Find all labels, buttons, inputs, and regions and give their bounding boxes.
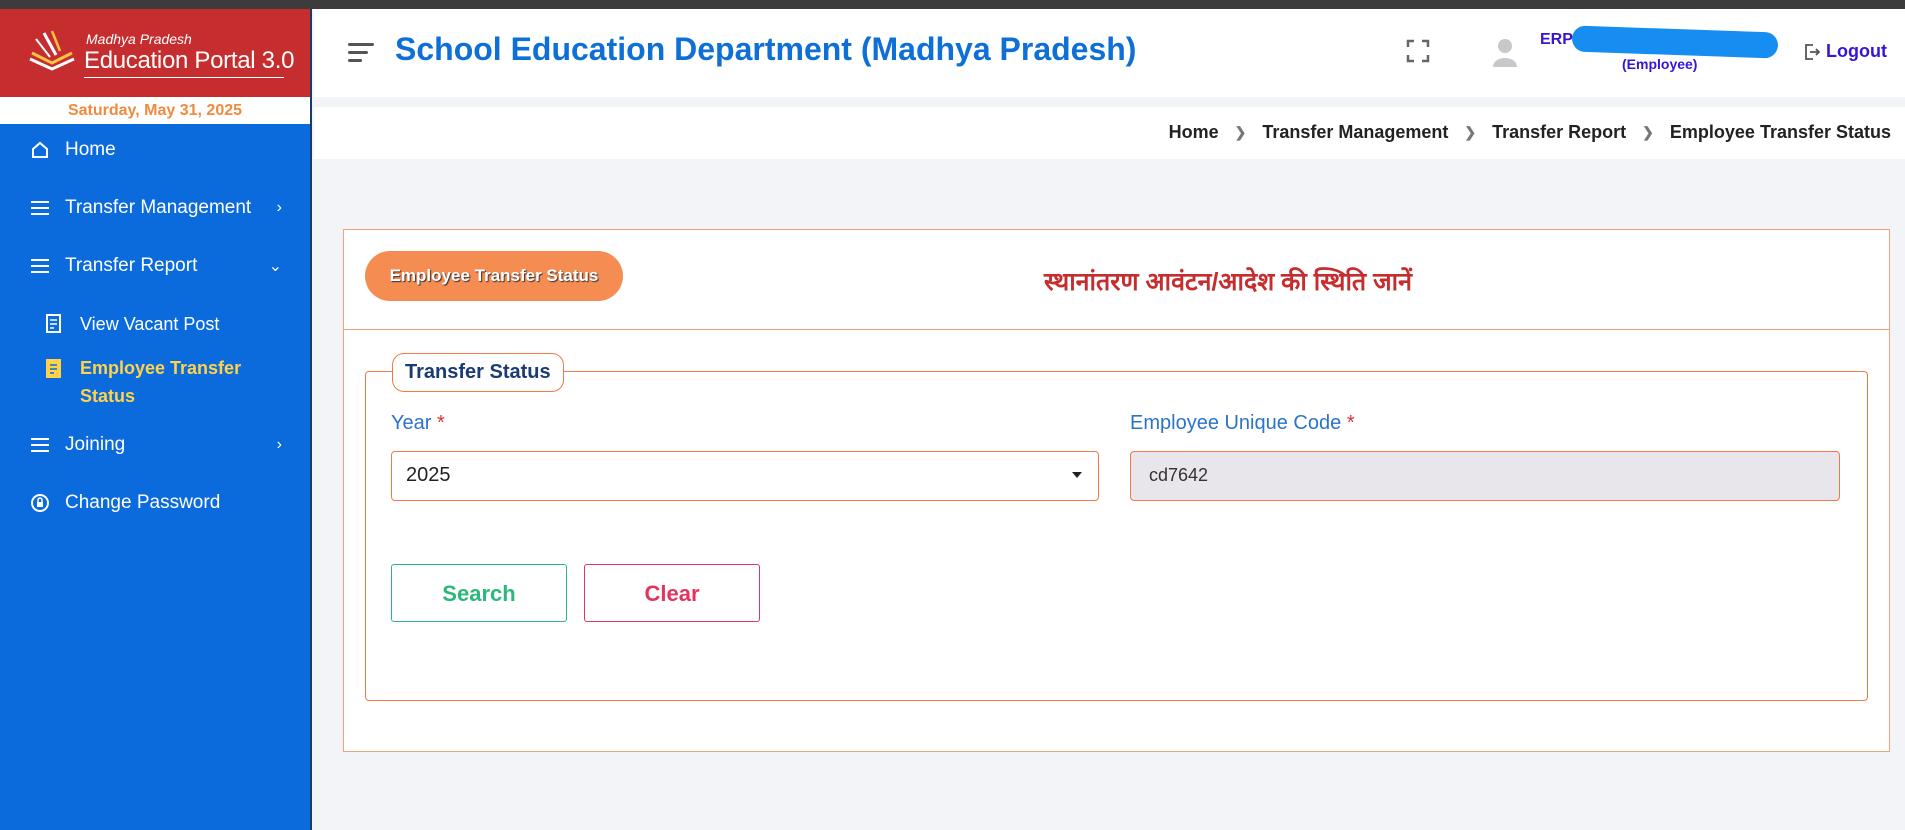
- transfer-status-fieldset: Transfer Status Year * 2025 Employee Uni…: [365, 353, 1868, 701]
- caret-down-icon: [1072, 472, 1082, 478]
- sidebar-item-label: View Vacant Post: [80, 313, 220, 334]
- list-icon: [29, 197, 51, 219]
- list-icon: [29, 255, 51, 277]
- sidebar-item-label: Transfer Management: [65, 197, 252, 218]
- hamburger-menu-icon[interactable]: [348, 43, 374, 65]
- portal-logo-icon: [29, 30, 75, 71]
- window-top-strip: [0, 0, 1905, 9]
- chevron-right-icon: ›: [276, 436, 282, 453]
- fieldset-legend: Transfer Status: [392, 353, 564, 392]
- list-icon: [29, 434, 51, 456]
- year-label-text: Year: [391, 412, 432, 434]
- sidebar-item-employee-transfer-status[interactable]: Employee Transfer Status: [0, 354, 310, 410]
- avatar[interactable]: [1492, 37, 1518, 67]
- report-icon: [44, 359, 66, 379]
- hindi-heading: स्थानांतरण आवंटन/आदेश की स्थिति जानें: [1044, 268, 1413, 296]
- breadcrumb-transfer-report[interactable]: Transfer Report: [1492, 122, 1626, 143]
- breadcrumb-transfer-management[interactable]: Transfer Management: [1262, 122, 1448, 143]
- sidebar-item-home[interactable]: Home: [0, 138, 310, 162]
- sidebar-item-label: Change Password: [65, 492, 221, 513]
- current-date: Saturday, May 31, 2025: [0, 97, 310, 124]
- employee-code-label: Employee Unique Code *: [1130, 412, 1355, 435]
- transfer-status-card: Employee Transfer Status स्थानांतरण आवंट…: [343, 229, 1890, 752]
- report-icon: [44, 314, 66, 334]
- sidebar-item-label: Home: [65, 139, 116, 160]
- logout-icon: [1805, 43, 1820, 60]
- year-select-value: 2025: [406, 464, 451, 486]
- search-button[interactable]: Search: [391, 564, 567, 622]
- chevron-right-icon: ❯: [1464, 124, 1477, 140]
- sidebar-item-view-vacant-post[interactable]: View Vacant Post: [0, 312, 310, 336]
- breadcrumb: Home ❯ Transfer Management ❯ Transfer Re…: [1169, 122, 1891, 143]
- employee-code-field[interactable]: cd7642: [1130, 451, 1840, 501]
- employee-code-label-text: Employee Unique Code: [1130, 412, 1342, 434]
- brand-header[interactable]: Madhya Pradesh Education Portal 3.0: [0, 9, 310, 97]
- chevron-right-icon: ❯: [1642, 124, 1654, 140]
- sidebar-item-transfer-report[interactable]: Transfer Report ⌄: [0, 254, 310, 278]
- home-icon: [29, 139, 51, 161]
- sidebar: Madhya Pradesh Education Portal 3.0 Satu…: [0, 9, 312, 830]
- year-label: Year *: [391, 412, 445, 435]
- chevron-right-icon: ❯: [1234, 124, 1247, 140]
- sidebar-item-label: Employee Transfer Status: [80, 358, 242, 406]
- sidebar-nav: Home Transfer Management › Transfer Repo…: [0, 138, 310, 515]
- sidebar-item-joining[interactable]: Joining ›: [0, 433, 310, 457]
- section-pill: Employee Transfer Status: [365, 251, 623, 301]
- logout-button[interactable]: Logout: [1804, 41, 1887, 62]
- breadcrumb-bar: Home ❯ Transfer Management ❯ Transfer Re…: [314, 107, 1905, 159]
- required-mark: *: [436, 412, 445, 434]
- sidebar-item-change-password[interactable]: Change Password: [0, 491, 310, 515]
- logout-label: Logout: [1826, 41, 1887, 61]
- card-header: Employee Transfer Status स्थानांतरण आवंट…: [344, 230, 1889, 330]
- sidebar-item-label: Transfer Report: [65, 255, 198, 276]
- required-mark: *: [1346, 412, 1355, 434]
- breadcrumb-home[interactable]: Home: [1169, 122, 1219, 143]
- sidebar-item-label: Joining: [65, 434, 126, 455]
- page-title: School Education Department (Madhya Prad…: [395, 31, 1137, 67]
- breadcrumb-current: Employee Transfer Status: [1669, 122, 1891, 142]
- lock-icon: [29, 492, 51, 514]
- sidebar-item-transfer-management[interactable]: Transfer Management ›: [0, 196, 310, 220]
- year-select[interactable]: 2025: [391, 451, 1099, 501]
- top-header: School Education Department (Madhya Prad…: [314, 9, 1905, 97]
- chevron-down-icon: ⌄: [268, 258, 282, 275]
- brand-state: Madhya Pradesh: [86, 31, 192, 47]
- brand-title: Education Portal 3.0: [84, 47, 295, 74]
- brand-underline: [84, 77, 284, 78]
- redacted-name-mark: [1571, 25, 1779, 59]
- user-role: (Employee): [1622, 56, 1698, 72]
- clear-button[interactable]: Clear: [584, 564, 760, 622]
- chevron-right-icon: ›: [276, 199, 282, 216]
- fullscreen-icon[interactable]: [1406, 39, 1430, 63]
